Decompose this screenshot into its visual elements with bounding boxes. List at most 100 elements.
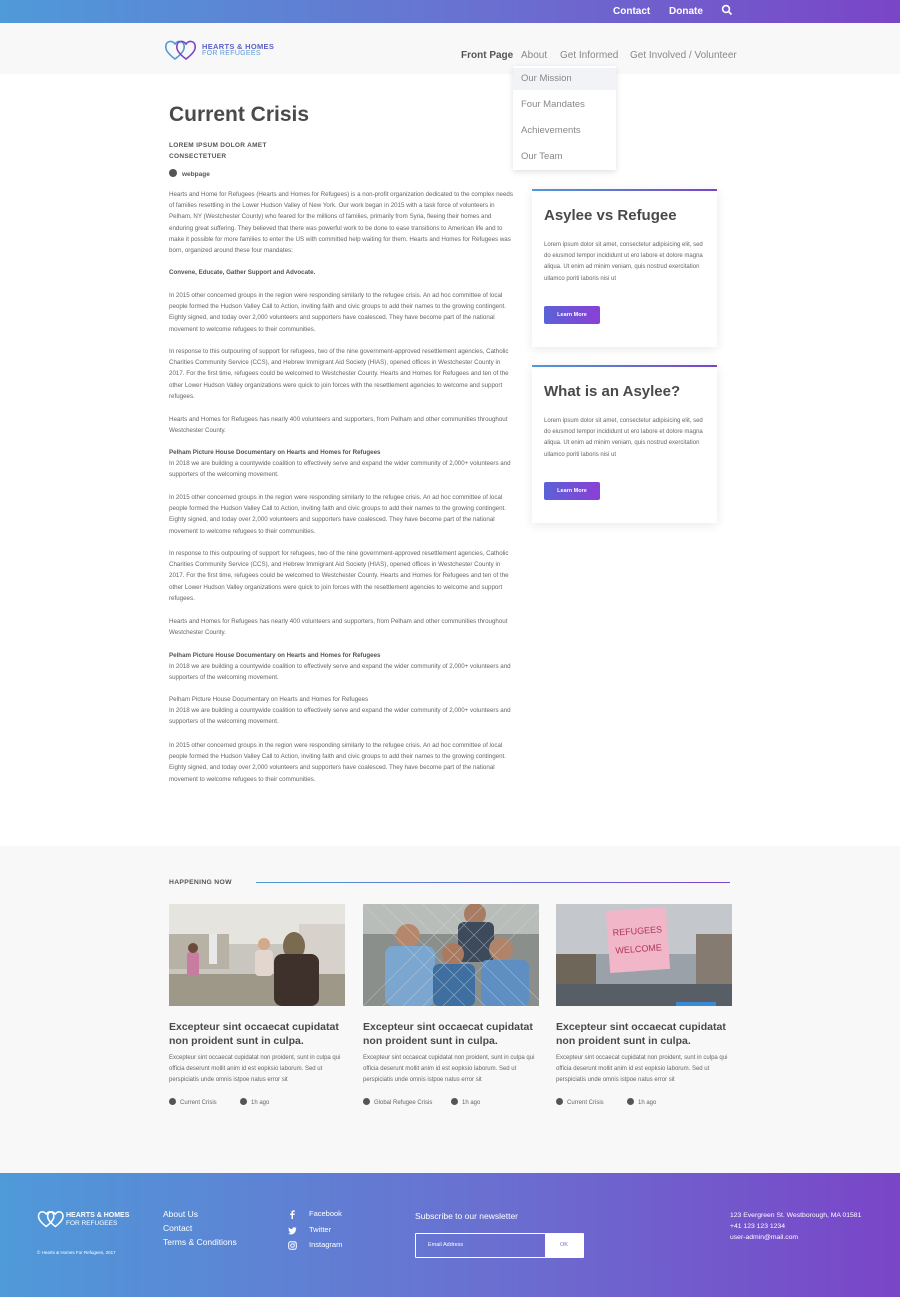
twitter-icon[interactable]: [288, 1226, 297, 1235]
news-card[interactable]: Excepteur sint occaecat cupidatat non pr…: [363, 904, 539, 1114]
section-label: HAPPENING NOW: [169, 879, 232, 886]
footer-address: 123 Evergreen St. Westborough, MA 01581: [730, 1212, 862, 1219]
site-footer: HEARTS & HOMES FOR REFUGEES © Hearts & H…: [0, 1173, 900, 1297]
clock-icon: [240, 1098, 247, 1105]
news-image[interactable]: [363, 904, 539, 1006]
nav-about[interactable]: About: [521, 50, 547, 61]
search-icon[interactable]: [721, 4, 733, 16]
news-time-label: 1h ago: [462, 1100, 481, 1106]
donate-link[interactable]: Donate: [669, 6, 703, 17]
news-image[interactable]: REFUGEES WELCOME: [556, 904, 732, 1006]
card-accent-bar: [532, 189, 717, 191]
article-paragraph: In response to this outpouring of suppor…: [169, 348, 509, 400]
article-paragraph: Pelham Picture House Documentary on Hear…: [169, 694, 515, 728]
card-title: What is an Asylee?: [544, 383, 681, 400]
news-time: 1h ago: [240, 1098, 269, 1106]
logo-line2: FOR REFUGEES: [202, 50, 261, 57]
paragraph-text: In 2018 we are building a countywide coa…: [169, 460, 511, 479]
social-link-instagram[interactable]: Instagram: [309, 1240, 342, 1249]
learn-more-button[interactable]: Learn More: [544, 482, 600, 500]
facebook-icon[interactable]: [288, 1210, 297, 1219]
paragraph-title: Pelham Picture House Documentary on Hear…: [169, 449, 381, 456]
article-paragraph: Pelham Picture House Documentary on Hear…: [169, 650, 515, 684]
footer-link-contact[interactable]: Contact: [163, 1223, 192, 1233]
news-time-label: 1h ago: [251, 1100, 270, 1106]
nav-front-page[interactable]: Front Page: [461, 50, 513, 61]
email-field[interactable]: Email Address: [428, 1242, 463, 1248]
card-accent-bar: [532, 365, 717, 367]
card-title: Asylee vs Refugee: [544, 207, 677, 224]
article-paragraph: Hearts and Homes for Refugees has nearly…: [169, 416, 508, 435]
footer-logo[interactable]: HEARTS & HOMES FOR REFUGEES: [37, 1209, 137, 1229]
news-time: 1h ago: [627, 1098, 656, 1106]
article-paragraph: Hearts and Homes for Refugees has nearly…: [169, 618, 508, 637]
news-card[interactable]: Excepteur sint occaecat cupidatat non pr…: [169, 904, 345, 1114]
dropdown-item-achievements[interactable]: Achievements: [513, 120, 616, 142]
article-meta-1: LOREM IPSUM DOLOR AMET: [169, 142, 267, 149]
social-link-facebook[interactable]: Facebook: [309, 1209, 342, 1218]
news-category[interactable]: Current Crisis: [556, 1098, 604, 1106]
news-category[interactable]: Global Refugee Crisis: [363, 1098, 432, 1106]
instagram-icon[interactable]: [288, 1241, 297, 1250]
newsletter-form: Email Address OK: [415, 1233, 584, 1258]
news-category-label: Global Refugee Crisis: [374, 1100, 433, 1106]
happening-now-section: HAPPENING NOW Excepteur sint occaecat cu…: [0, 846, 900, 1173]
news-category-label: Current Crisis: [180, 1100, 217, 1106]
hearts-logo-icon: [164, 40, 197, 61]
card-body: Lorem ipsum dolor sit amet, consectetur …: [544, 418, 703, 458]
top-bar: Contact Donate: [0, 0, 900, 23]
news-title[interactable]: Excepteur sint occaecat cupidatat non pr…: [363, 1020, 539, 1048]
dropdown-item-our-team[interactable]: Our Team: [513, 146, 616, 168]
news-excerpt: Excepteur sint occaecat cupidatat non pr…: [363, 1055, 535, 1084]
subscribe-ok-button[interactable]: OK: [545, 1234, 583, 1257]
footer-link-terms[interactable]: Terms & Conditions: [163, 1237, 237, 1247]
nav-get-informed[interactable]: Get Informed: [560, 50, 618, 61]
copyright: © Hearts & Homes For Refugees, 2017: [37, 1250, 116, 1255]
about-dropdown-menu: Our Mission Four Mandates Achievements O…: [513, 66, 616, 170]
news-card[interactable]: REFUGEES WELCOME Excepteur sint occaecat…: [556, 904, 732, 1114]
dropdown-item-four-mandates[interactable]: Four Mandates: [513, 94, 616, 116]
footer-logo-line1: HEARTS & HOMES: [66, 1212, 130, 1219]
clock-icon: [627, 1098, 634, 1105]
article-paragraph: In 2015 other concerned groups in the re…: [169, 292, 506, 333]
globe-icon: [556, 1098, 563, 1105]
hearts-logo-icon: [37, 1211, 64, 1228]
news-excerpt: Excepteur sint occaecat cupidatat non pr…: [556, 1055, 728, 1084]
news-excerpt: Excepteur sint occaecat cupidatat non pr…: [169, 1055, 341, 1084]
learn-more-button[interactable]: Learn More: [544, 306, 600, 324]
footer-email[interactable]: user-admin@mail.com: [730, 1234, 798, 1241]
news-category[interactable]: Current Crisis: [169, 1098, 217, 1106]
contact-link[interactable]: Contact: [613, 6, 650, 17]
article-tag-label: webpage: [182, 171, 210, 178]
site-logo[interactable]: HEARTS & HOMES FOR REFUGEES: [164, 38, 284, 62]
newsletter-label: Subscribe to our newsletter: [415, 1211, 518, 1221]
footer-phone: +41 123 123 1234: [730, 1223, 785, 1230]
paragraph-text: In 2018 we are building a countywide coa…: [169, 707, 511, 726]
article-paragraph: Pelham Picture House Documentary on Hear…: [169, 447, 515, 481]
globe-icon: [169, 169, 177, 177]
nav-get-involved[interactable]: Get Involved / Volunteer: [630, 50, 737, 61]
paragraph-text: In 2018 we are building a countywide coa…: [169, 663, 511, 682]
news-image[interactable]: [169, 904, 345, 1006]
dropdown-item-our-mission[interactable]: Our Mission: [513, 68, 616, 90]
social-link-twitter[interactable]: Twitter: [309, 1225, 331, 1234]
section-divider: [256, 882, 730, 883]
footer-logo-line2: FOR REFUGEES: [66, 1220, 118, 1227]
article-paragraph: In 2015 other concerned groups in the re…: [169, 494, 506, 535]
article-tag[interactable]: webpage: [169, 169, 210, 178]
info-card-what-is-asylee: What is an Asylee? Lorem ipsum dolor sit…: [532, 365, 717, 523]
news-title[interactable]: Excepteur sint occaecat cupidatat non pr…: [556, 1020, 732, 1048]
info-card-asylee-vs-refugee: Asylee vs Refugee Lorem ipsum dolor sit …: [532, 189, 717, 347]
article-paragraph: In 2015 other concerned groups in the re…: [169, 742, 506, 783]
article-meta-2: CONSECTETUER: [169, 153, 227, 160]
article-paragraph: In response to this outpouring of suppor…: [169, 550, 509, 602]
card-body: Lorem ipsum dolor sit amet, consectetur …: [544, 242, 703, 282]
paragraph-title: Pelham Picture House Documentary on Hear…: [169, 652, 381, 659]
globe-icon: [169, 1098, 176, 1105]
article-paragraph: Hearts and Home for Refugees (Hearts and…: [169, 191, 513, 255]
article-paragraph: Convene, Educate, Gather Support and Adv…: [169, 269, 316, 276]
news-title[interactable]: Excepteur sint occaecat cupidatat non pr…: [169, 1020, 345, 1048]
news-time: 1h ago: [451, 1098, 480, 1106]
page-title: Current Crisis: [169, 103, 310, 126]
footer-link-about-us[interactable]: About Us: [163, 1209, 198, 1219]
